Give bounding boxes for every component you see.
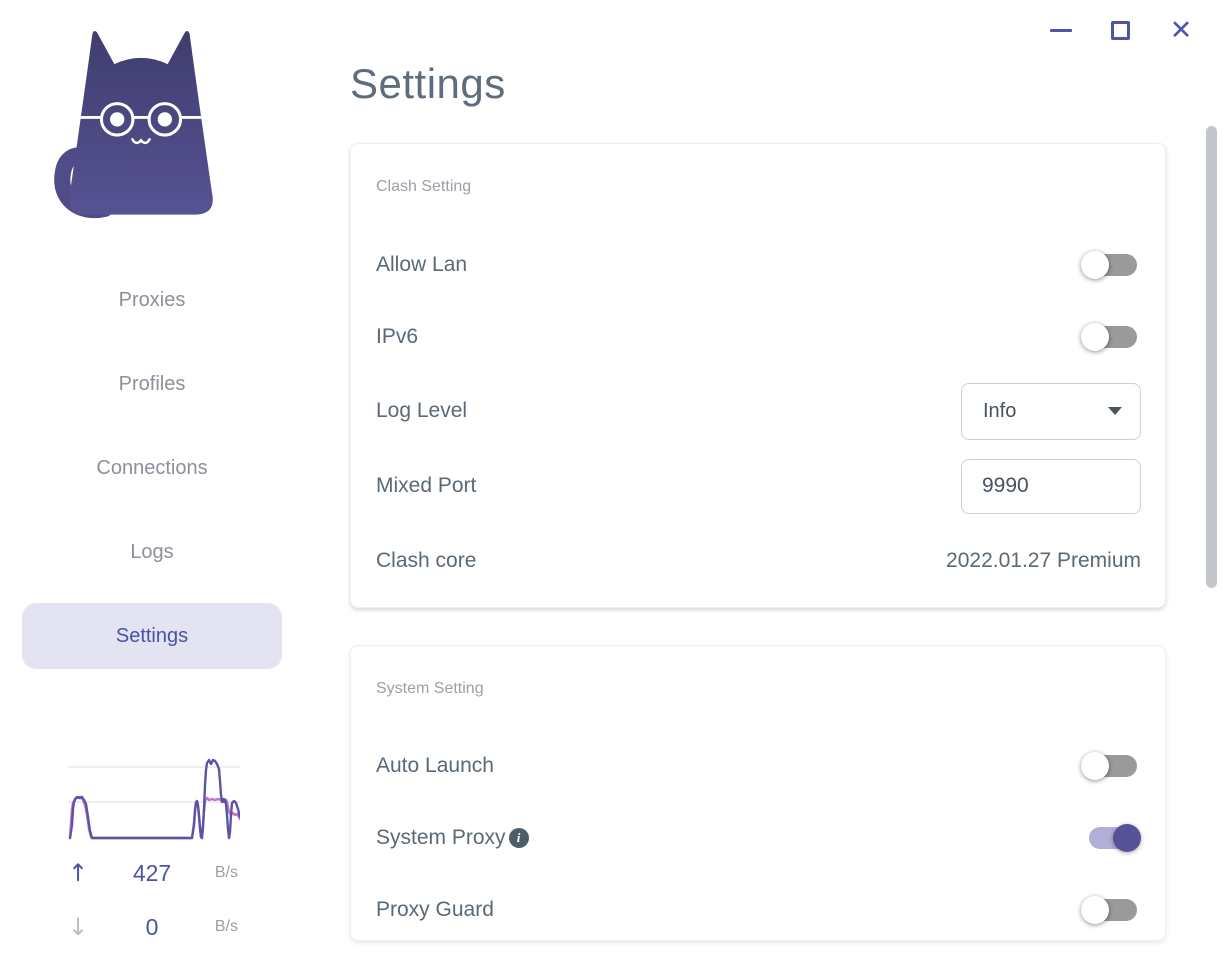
- auto-launch-row: Auto Launch: [376, 736, 1141, 796]
- upload-speed-unit: B/s: [214, 864, 238, 881]
- toggle-knob: [1081, 752, 1109, 780]
- upload-speed-value: 427: [132, 859, 172, 886]
- section-title: System Setting: [376, 680, 484, 697]
- sidebar-item-label: Proxies: [118, 288, 186, 311]
- clash-cat-logo: [54, 30, 213, 219]
- sidebar-item-profiles[interactable]: Profiles: [22, 352, 282, 416]
- proxy-guard-label: Proxy Guard: [376, 898, 494, 921]
- close-button[interactable]: ✕: [1162, 11, 1200, 49]
- info-icon[interactable]: i: [508, 828, 529, 848]
- auto-launch-toggle[interactable]: [1081, 751, 1141, 781]
- sidebar-item-logs[interactable]: Logs: [22, 520, 282, 584]
- mixed-port-input[interactable]: [961, 458, 1141, 514]
- system-proxy-label: System Proxy i: [376, 826, 529, 850]
- download-speed-value: 0: [145, 913, 159, 940]
- maximize-icon: [1110, 20, 1130, 40]
- toggle-knob: [1081, 251, 1109, 279]
- toggle-knob: [1081, 323, 1109, 351]
- clash-setting-card: Clash Setting Allow Lan IPv6 Log Level I…: [350, 143, 1166, 608]
- download-speed-row: ↓ 0 B/s: [68, 911, 238, 943]
- system-setting-card: System Setting Auto Launch System Proxy …: [350, 645, 1166, 941]
- proxy-guard-toggle[interactable]: [1081, 895, 1141, 925]
- sidebar-item-label: Settings: [115, 624, 189, 647]
- allow-lan-toggle[interactable]: [1081, 250, 1141, 280]
- clash-core-label: Clash core: [376, 549, 477, 572]
- page-title: Settings: [350, 60, 506, 107]
- sidebar-item-label: Profiles: [118, 372, 186, 395]
- log-level-label: Log Level: [376, 399, 468, 422]
- sidebar-item-settings[interactable]: Settings: [22, 603, 282, 669]
- toggle-knob: [1113, 824, 1141, 852]
- section-title: Clash Setting: [376, 178, 472, 195]
- sidebar-item-label: Connections: [96, 456, 208, 479]
- minimize-icon: [1050, 28, 1072, 32]
- download-arrow-icon: ↓: [68, 913, 89, 941]
- upload-speed-row: ↑ 427 B/s: [68, 857, 238, 889]
- scrollbar-thumb[interactable]: [1206, 126, 1217, 588]
- close-icon: ✕: [1169, 14, 1193, 46]
- mixed-port-label: Mixed Port: [376, 474, 477, 497]
- sidebar-item-connections[interactable]: Connections: [22, 436, 282, 500]
- app-window: ✕ Proxies Profiles Connections Logs Sett…: [0, 0, 1222, 956]
- system-proxy-row: System Proxy i: [376, 808, 1141, 868]
- system-proxy-toggle[interactable]: [1081, 823, 1141, 853]
- clash-core-version: 2022.01.27 Premium: [946, 549, 1141, 572]
- sidebar-item-proxies[interactable]: Proxies: [22, 268, 282, 332]
- upload-arrow-icon: ↑: [68, 859, 89, 887]
- toggle-knob: [1081, 896, 1109, 924]
- traffic-graph: [68, 758, 240, 840]
- ipv6-label: IPv6: [376, 325, 419, 348]
- log-level-select[interactable]: Info: [961, 382, 1141, 440]
- log-level-value: Info: [983, 399, 1017, 422]
- clash-core-row: Clash core 2022.01.27 Premium: [376, 531, 1141, 591]
- allow-lan-row: Allow Lan: [376, 235, 1141, 295]
- maximize-button[interactable]: [1101, 11, 1139, 49]
- minimize-button[interactable]: [1042, 11, 1080, 49]
- log-level-row: Log Level Info: [376, 381, 1141, 441]
- auto-launch-label: Auto Launch: [376, 754, 494, 777]
- system-proxy-label-text: System Proxy: [376, 826, 506, 849]
- proxy-guard-row: Proxy Guard: [376, 880, 1141, 940]
- chevron-down-icon: [1108, 407, 1122, 415]
- mixed-port-row: Mixed Port: [376, 456, 1141, 516]
- allow-lan-label: Allow Lan: [376, 253, 468, 276]
- ipv6-row: IPv6: [376, 307, 1141, 367]
- ipv6-toggle[interactable]: [1081, 322, 1141, 352]
- sidebar-item-label: Logs: [130, 540, 174, 563]
- download-speed-unit: B/s: [214, 918, 238, 935]
